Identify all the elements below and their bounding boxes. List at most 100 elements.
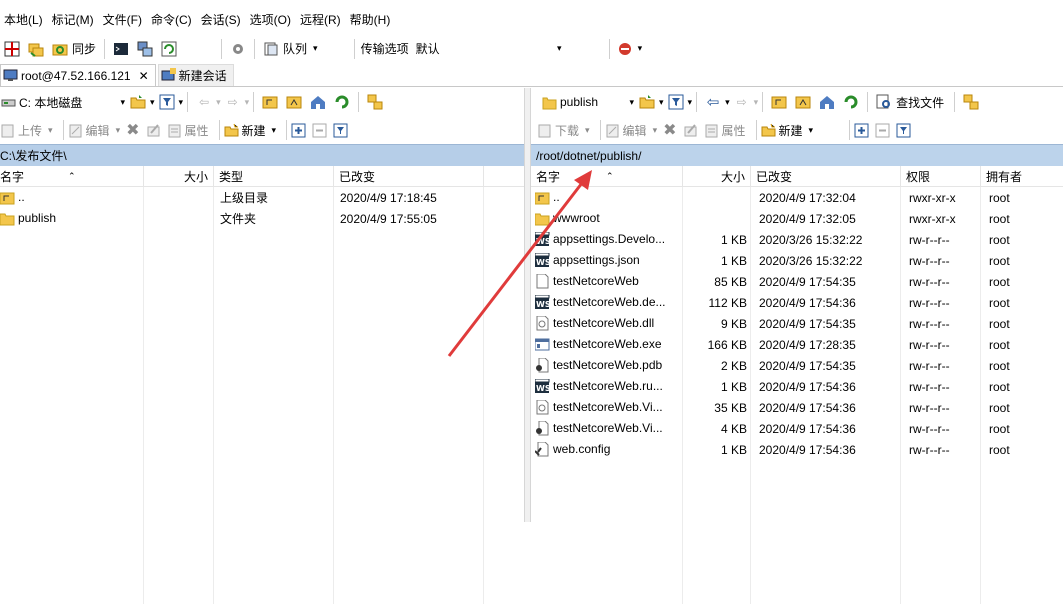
sync-button[interactable]: 同步: [72, 40, 96, 57]
table-row[interactable]: WS testNetcoreWeb.de... 112 KB 2020/4/9 17:…: [531, 292, 1063, 313]
tab-session[interactable]: root@47.52.166.121 ✕: [0, 64, 156, 86]
delete-icon[interactable]: ✖: [663, 120, 676, 140]
queue-button[interactable]: 队列: [283, 40, 307, 57]
local-path-bar[interactable]: C:\发布文件\: [0, 144, 524, 166]
table-row[interactable]: WS appsettings.json 1 KB 2020/3/26 15:32:22…: [531, 250, 1063, 271]
table-row[interactable]: WS testNetcoreWeb.ru... 1 KB 2020/4/9 17:54…: [531, 376, 1063, 397]
chevron-down-icon[interactable]: ▾: [659, 97, 664, 108]
menu-remote[interactable]: 远程(R): [296, 11, 346, 28]
deselect-icon[interactable]: [875, 123, 890, 138]
delete-icon[interactable]: ✖: [126, 120, 139, 140]
table-row[interactable]: .. 上级目录 2020/4/9 17:18:45: [0, 187, 524, 208]
bookmark-icon[interactable]: [366, 93, 384, 111]
deselect-icon[interactable]: [312, 123, 327, 138]
table-row[interactable]: wwwroot 2020/4/9 17:32:05 rwxr-xr-x root: [531, 208, 1063, 229]
chevron-down-icon[interactable]: ▾: [688, 97, 693, 108]
chevron-down-icon[interactable]: ▾: [150, 97, 155, 108]
select-all-icon[interactable]: [854, 123, 869, 138]
menu-commands[interactable]: 命令(C): [147, 11, 197, 28]
table-row[interactable]: testNetcoreWeb.dll 9 KB 2020/4/9 17:54:35 r…: [531, 313, 1063, 334]
terminal-icon[interactable]: [112, 40, 130, 58]
pane-splitter[interactable]: [524, 88, 531, 522]
table-row[interactable]: testNetcoreWeb.Vi... 4 KB 2020/4/9 17:54:3…: [531, 418, 1063, 439]
menu-mark[interactable]: 标记(M): [48, 11, 99, 28]
column-header-permissions[interactable]: 权限: [901, 165, 981, 187]
close-icon[interactable]: ✕: [139, 69, 149, 83]
root-dir-icon[interactable]: [285, 93, 303, 111]
transfer-preset-select[interactable]: 默认 ▾: [414, 38, 563, 59]
menu-help[interactable]: 帮助(H): [346, 11, 396, 28]
table-row[interactable]: publish 文件夹 2020/4/9 17:55:05: [0, 208, 524, 229]
column-header-name[interactable]: 名字 ⌃: [531, 165, 683, 187]
filter-select-icon[interactable]: [896, 123, 911, 138]
menu-local[interactable]: 本地(L): [0, 11, 48, 28]
properties-button[interactable]: 属性: [704, 122, 746, 139]
edit-button[interactable]: 编辑 ▾: [605, 122, 657, 139]
table-row[interactable]: WS appsettings.Develo... 1 KB 2020/3/26 15:…: [531, 229, 1063, 250]
filter-icon[interactable]: [158, 93, 176, 111]
open-folder-icon[interactable]: [129, 93, 147, 111]
drive-select[interactable]: C: 本地磁盘 ▾: [0, 92, 126, 112]
chevron-down-icon[interactable]: ▾: [725, 97, 730, 108]
back-icon[interactable]: ⇦: [704, 93, 722, 111]
refresh-icon[interactable]: [160, 40, 178, 58]
gear-icon[interactable]: [229, 40, 247, 58]
table-row[interactable]: .. 2020/4/9 17:32:04 rwxr-xr-x root: [531, 187, 1063, 208]
bookmark-icon[interactable]: [962, 93, 980, 111]
select-all-icon[interactable]: [291, 123, 306, 138]
table-row[interactable]: testNetcoreWeb.pdb 2 KB 2020/4/9 17:54:35 r…: [531, 355, 1063, 376]
reconnect-icon[interactable]: [617, 40, 635, 58]
table-row[interactable]: testNetcoreWeb.Vi... 35 KB 2020/4/9 17:54:…: [531, 397, 1063, 418]
table-row[interactable]: testNetcoreWeb.exe 166 KB 2020/4/9 17:28:3…: [531, 334, 1063, 355]
remote-folder-select[interactable]: publish ▾: [541, 92, 635, 112]
queue-icon[interactable]: [262, 40, 280, 58]
remote-path-bar[interactable]: /root/dotnet/publish/: [531, 144, 1063, 166]
upload-button[interactable]: 上传 ▾: [0, 122, 53, 139]
refresh-icon[interactable]: [842, 93, 860, 111]
menu-options[interactable]: 选项(O): [246, 11, 296, 28]
rename-icon[interactable]: [683, 123, 698, 138]
forward-icon[interactable]: ⇨: [224, 93, 242, 111]
column-header-owner[interactable]: 拥有者: [981, 166, 1063, 187]
home-icon[interactable]: [309, 93, 327, 111]
column-header-size[interactable]: 大小: [144, 165, 214, 187]
table-row[interactable]: testNetcoreWeb 85 KB 2020/4/9 17:54:35 rw-r…: [531, 271, 1063, 292]
column-header-changed[interactable]: 已改变: [751, 165, 901, 187]
root-dir-icon[interactable]: [794, 93, 812, 111]
rename-icon[interactable]: [146, 123, 161, 138]
synchronize-icon[interactable]: [51, 40, 69, 58]
parent-dir-icon[interactable]: [770, 93, 788, 111]
column-header-changed[interactable]: 已改变: [334, 165, 484, 187]
menu-session[interactable]: 会话(S): [197, 11, 246, 28]
putty-icon[interactable]: [136, 40, 154, 58]
home-icon[interactable]: [818, 93, 836, 111]
filter-select-icon[interactable]: [333, 123, 348, 138]
menu-file[interactable]: 文件(F): [99, 11, 147, 28]
properties-button[interactable]: 属性: [167, 122, 209, 139]
new-button[interactable]: 新建 ▾: [761, 122, 813, 139]
open-folder-icon[interactable]: [638, 93, 656, 111]
compare-dirs-icon[interactable]: [3, 40, 21, 58]
download-button[interactable]: 下载 ▾: [537, 122, 590, 139]
new-button[interactable]: 新建 ▾: [224, 122, 276, 139]
column-header-type[interactable]: 类型: [214, 165, 334, 187]
edit-button[interactable]: 编辑 ▾: [68, 122, 120, 139]
tab-new-session[interactable]: 新建会话: [157, 64, 234, 86]
chevron-down-icon[interactable]: ▾: [638, 43, 643, 54]
chevron-down-icon[interactable]: ▾: [245, 97, 250, 108]
find-files-icon[interactable]: [875, 93, 893, 111]
chevron-down-icon[interactable]: ▾: [754, 97, 759, 108]
column-header-name[interactable]: 名字 ⌃: [0, 165, 144, 187]
table-row[interactable]: web.config 1 KB 2020/4/9 17:54:36 rw-r--r--…: [531, 439, 1063, 460]
column-header-size[interactable]: 大小: [683, 165, 751, 187]
parent-dir-icon[interactable]: [261, 93, 279, 111]
chevron-down-icon[interactable]: ▾: [179, 97, 184, 108]
refresh-icon[interactable]: [333, 93, 351, 111]
find-files-button[interactable]: 查找文件: [896, 94, 944, 111]
filter-icon[interactable]: [667, 93, 685, 111]
back-icon[interactable]: ⇦: [195, 93, 213, 111]
chevron-down-icon[interactable]: ▾: [216, 97, 221, 108]
chevron-down-icon[interactable]: ▾: [313, 43, 318, 54]
forward-icon[interactable]: ⇨: [733, 93, 751, 111]
sync-browse-icon[interactable]: [27, 40, 45, 58]
